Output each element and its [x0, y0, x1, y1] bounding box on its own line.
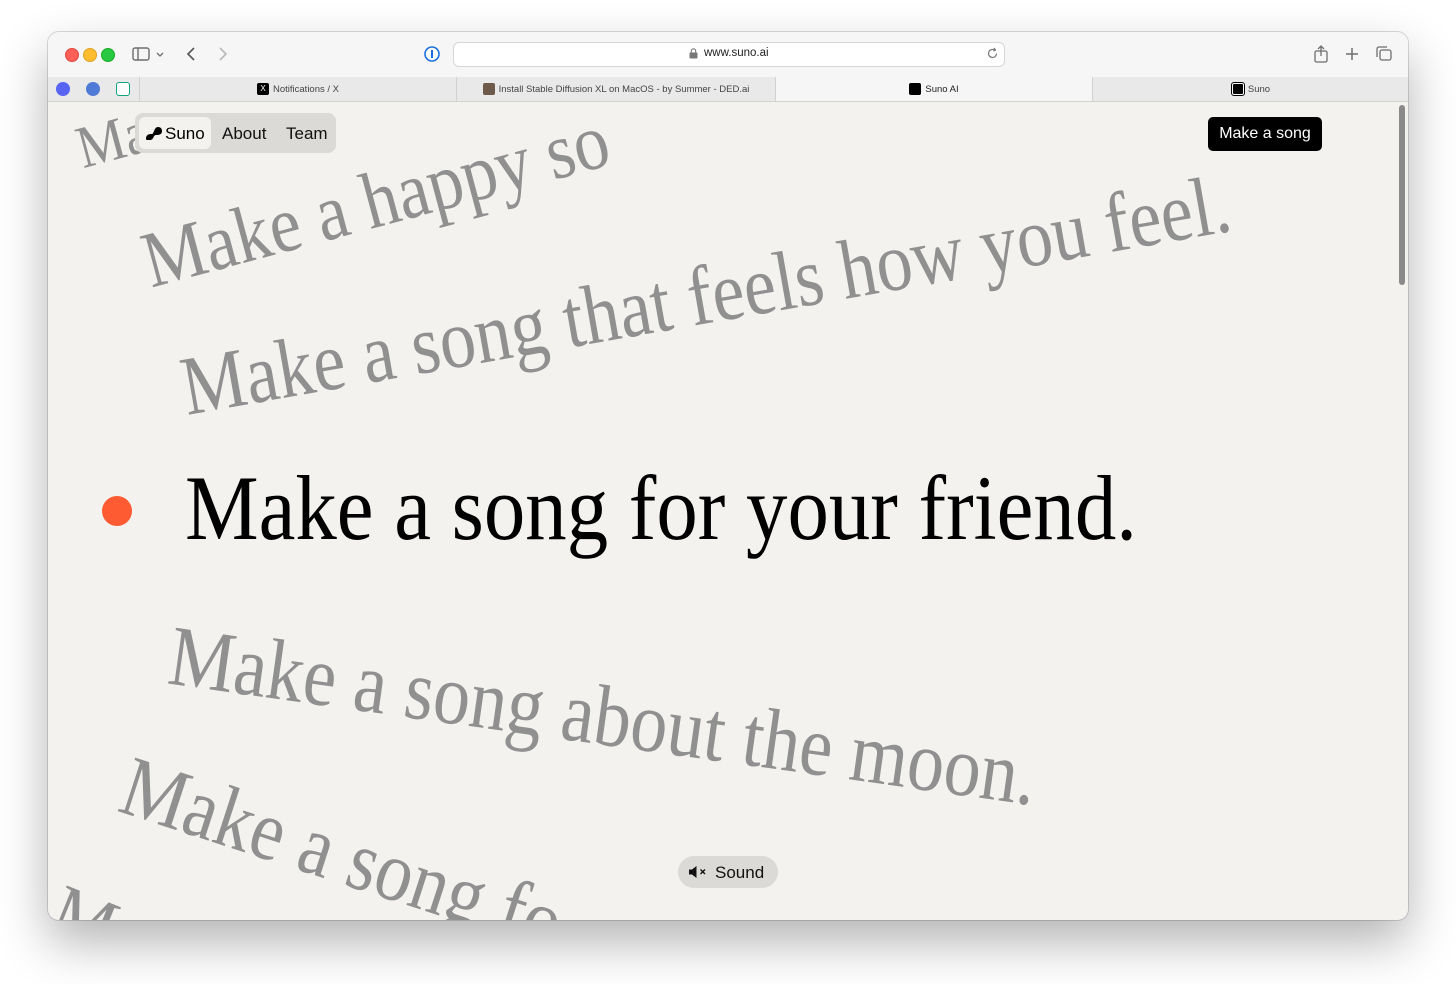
- page-content: Ma Make a happy so Make a song that feel…: [48, 102, 1408, 920]
- suno-icon: [1230, 82, 1245, 96]
- forward-icon[interactable]: [211, 43, 233, 65]
- tab-title: Suno: [1247, 83, 1271, 95]
- sound-toggle-button[interactable]: Sound: [678, 856, 778, 888]
- tab-bar: X Notifications / X Install Stable Diffu…: [48, 77, 1408, 102]
- browser-window: www.suno.ai X Notifications / X Install …: [48, 32, 1408, 920]
- tab-title: Install Stable Diffusion XL on MacOS - b…: [498, 83, 750, 95]
- active-prompt: Make a song for your friend.: [185, 457, 1137, 559]
- new-tab-icon[interactable]: [1341, 43, 1363, 65]
- sidebar-toggle-icon[interactable]: [130, 43, 152, 65]
- top-nav: Suno About Team: [135, 113, 336, 153]
- tab-stable-diffusion[interactable]: Install Stable Diffusion XL on MacOS - b…: [456, 77, 775, 101]
- minimize-window-button[interactable]: [83, 48, 97, 62]
- prompt-line: Make a song fo: [109, 737, 576, 920]
- photo-icon: [482, 83, 495, 95]
- tab-suno[interactable]: Suno: [1092, 77, 1408, 101]
- logo-text: Suno: [165, 124, 205, 143]
- back-icon[interactable]: [181, 43, 203, 65]
- speaker-muted-icon: [689, 866, 706, 878]
- share-icon[interactable]: [1310, 43, 1332, 65]
- sailboat-icon[interactable]: [86, 82, 100, 96]
- reload-icon[interactable]: [986, 47, 999, 60]
- openai-icon[interactable]: [116, 82, 130, 96]
- address-bar[interactable]: www.suno.ai: [453, 42, 1005, 67]
- tab-title: Suno AI: [925, 83, 959, 95]
- discord-icon[interactable]: [56, 82, 70, 96]
- close-window-button[interactable]: [65, 48, 79, 62]
- suno-logo-icon: [146, 127, 162, 140]
- tab-notifications-x[interactable]: X Notifications / X: [139, 77, 456, 101]
- page-scrollbar[interactable]: [1399, 105, 1405, 285]
- lock-icon: [689, 48, 698, 59]
- browser-toolbar: www.suno.ai: [48, 32, 1408, 78]
- suno-icon: [909, 83, 922, 95]
- prompt-line: Ma: [48, 868, 159, 920]
- suno-home-link[interactable]: Suno: [139, 117, 211, 149]
- tab-suno-ai[interactable]: Suno AI: [775, 77, 1092, 101]
- sound-label: Sound: [715, 863, 765, 882]
- make-a-song-button[interactable]: Make a song: [1208, 117, 1322, 151]
- zoom-window-button[interactable]: [101, 48, 115, 62]
- url-text: www.suno.ai: [704, 47, 769, 59]
- tab-overview-icon[interactable]: [1373, 43, 1395, 65]
- active-prompt-indicator: [102, 496, 132, 526]
- password-manager-icon[interactable]: [424, 46, 440, 62]
- chevron-down-icon[interactable]: [154, 43, 166, 65]
- team-link[interactable]: Team: [286, 124, 328, 144]
- tab-title: Notifications / X: [273, 83, 339, 95]
- about-link[interactable]: About: [222, 124, 266, 144]
- x-icon: X: [257, 83, 269, 95]
